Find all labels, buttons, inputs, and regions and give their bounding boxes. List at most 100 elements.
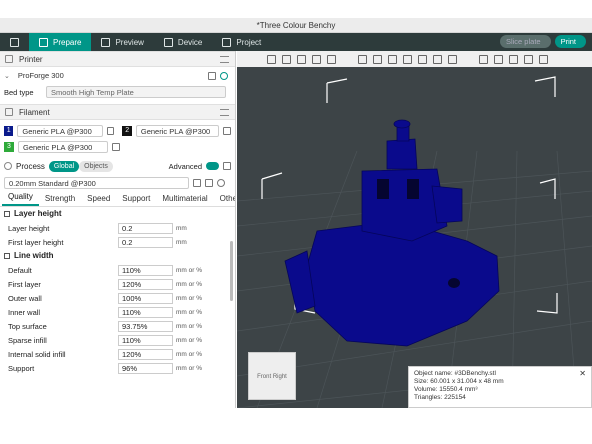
tab-preview[interactable]: Preview bbox=[91, 33, 153, 51]
setting-label: Sparse infill bbox=[8, 335, 47, 345]
settings-icon[interactable] bbox=[220, 109, 229, 116]
cube-front-label: Front bbox=[257, 374, 272, 380]
filament-select[interactable]: Generic PLA @P300 bbox=[18, 141, 108, 153]
bed-type-label: Bed type bbox=[4, 87, 34, 97]
global-toggle[interactable]: Global bbox=[48, 160, 80, 172]
filament-select[interactable]: Generic PLA @P300 bbox=[135, 125, 220, 137]
process-profile-select[interactable]: 0.20mm Standard @P300 bbox=[4, 176, 189, 189]
lay-on-face-icon[interactable] bbox=[403, 54, 412, 64]
object-info-panel: ✕ Object name: #3DBenchy.stl Size: 60.00… bbox=[408, 366, 592, 408]
filament-number: 1 bbox=[4, 126, 14, 136]
advanced-switch[interactable] bbox=[206, 162, 219, 170]
support-paint-icon[interactable] bbox=[479, 54, 488, 64]
view-icon[interactable] bbox=[539, 54, 548, 64]
unit-label: mm or % bbox=[176, 350, 202, 358]
tab-project[interactable]: Project bbox=[212, 33, 271, 51]
move-icon[interactable] bbox=[358, 54, 367, 64]
paint-icon[interactable] bbox=[433, 54, 442, 64]
rotate-icon[interactable] bbox=[373, 54, 382, 64]
top-tab-bar: Prepare Preview Device Project Slice pla… bbox=[0, 33, 592, 51]
tab-label: Project bbox=[236, 37, 262, 47]
setting-label: Layer height bbox=[8, 223, 50, 233]
layer-height-input[interactable]: 0.2 bbox=[118, 222, 173, 234]
group-icon bbox=[4, 211, 10, 217]
setting-input[interactable]: 110% bbox=[118, 264, 173, 276]
process-title: Process bbox=[16, 161, 45, 171]
setting-input[interactable]: 110% bbox=[118, 306, 173, 318]
setting-label: First layer height bbox=[8, 237, 64, 247]
object-name: Object name: #3DBenchy.stl bbox=[414, 370, 496, 377]
unit-label: mm or % bbox=[176, 364, 202, 372]
save-icon[interactable] bbox=[193, 178, 201, 187]
setting-input[interactable]: 120% bbox=[118, 348, 173, 360]
setting-label: Top surface bbox=[8, 321, 47, 331]
add-plate-icon[interactable] bbox=[267, 54, 276, 64]
group-icon bbox=[4, 253, 10, 259]
tab-support[interactable]: Support bbox=[116, 194, 156, 206]
preview-icon bbox=[101, 37, 111, 47]
unit-label: mm or % bbox=[176, 280, 202, 288]
unit-label: mm or % bbox=[176, 322, 202, 330]
close-icon[interactable]: ✕ bbox=[579, 370, 586, 378]
tab-label: Preview bbox=[115, 37, 144, 47]
home-button[interactable] bbox=[0, 33, 29, 51]
printer-icon bbox=[5, 55, 13, 63]
object-size: Size: 60.001 x 31.004 x 48 mm bbox=[414, 378, 504, 385]
unit-label: mm or % bbox=[176, 294, 202, 302]
tab-label: Prepare bbox=[53, 37, 82, 47]
edit-icon[interactable] bbox=[223, 127, 232, 135]
settings-scrollbar[interactable] bbox=[230, 241, 233, 301]
first-layer-height-input[interactable]: 0.2 bbox=[118, 236, 173, 248]
split-icon[interactable] bbox=[312, 54, 321, 64]
bed-type-select[interactable]: Smooth High Temp Plate bbox=[46, 86, 226, 98]
setting-label: Internal solid infill bbox=[8, 349, 66, 359]
search-icon[interactable] bbox=[217, 178, 225, 187]
tab-multimaterial[interactable]: Multimaterial bbox=[156, 194, 213, 206]
setting-input[interactable]: 93.75% bbox=[118, 320, 173, 332]
text-icon[interactable] bbox=[509, 54, 518, 64]
wifi-icon[interactable] bbox=[219, 71, 228, 80]
setting-input[interactable]: 96% bbox=[118, 362, 173, 374]
scale-icon[interactable] bbox=[388, 54, 397, 64]
setting-input[interactable]: 120% bbox=[118, 278, 173, 290]
setting-input[interactable]: 110% bbox=[118, 334, 173, 346]
advanced-label: Advanced bbox=[168, 161, 202, 171]
setting-row: Outer wall 100% mm or % bbox=[0, 291, 235, 305]
setting-label: Support bbox=[8, 363, 35, 373]
setting-row: Top surface 93.75% mm or % bbox=[0, 319, 235, 333]
slice-plate-button[interactable]: Slice plate bbox=[499, 35, 551, 48]
unit-label: mm or % bbox=[176, 308, 202, 316]
print-button[interactable]: Print bbox=[554, 35, 586, 48]
object-volume: Volume: 15550.4 mm³ bbox=[414, 386, 478, 393]
setting-label: Inner wall bbox=[8, 307, 41, 317]
seam-icon[interactable] bbox=[448, 54, 457, 64]
view-cube[interactable]: Front Right bbox=[248, 352, 296, 400]
assembly-icon[interactable] bbox=[524, 54, 533, 64]
orient-icon[interactable] bbox=[282, 54, 291, 64]
edit-icon[interactable] bbox=[112, 143, 120, 151]
printer-select[interactable]: ProForge 300 bbox=[13, 69, 204, 82]
edit-icon[interactable] bbox=[207, 71, 216, 80]
compare-icon[interactable] bbox=[205, 178, 213, 187]
filament-select[interactable]: Generic PLA @P300 bbox=[17, 125, 103, 137]
tab-quality[interactable]: Quality bbox=[2, 192, 39, 206]
objects-toggle[interactable]: Objects bbox=[79, 160, 113, 172]
tab-device[interactable]: Device bbox=[154, 33, 212, 51]
filament-section-header[interactable]: Filament bbox=[0, 104, 235, 120]
measure-icon[interactable] bbox=[494, 54, 503, 64]
arrange-icon[interactable] bbox=[297, 54, 306, 64]
settings-icon[interactable] bbox=[220, 56, 229, 63]
settings-icon[interactable] bbox=[223, 162, 231, 170]
edit-icon[interactable] bbox=[106, 127, 115, 135]
tab-prepare[interactable]: Prepare bbox=[29, 33, 92, 51]
home-icon bbox=[10, 37, 19, 47]
viewport-toolbar bbox=[237, 51, 592, 67]
variable-layer-icon[interactable] bbox=[327, 54, 336, 64]
tab-speed[interactable]: Speed bbox=[81, 194, 116, 206]
cut-icon[interactable] bbox=[418, 54, 427, 64]
tab-strength[interactable]: Strength bbox=[39, 194, 81, 206]
line-width-group: Line width bbox=[0, 249, 235, 263]
tab-others[interactable]: Others bbox=[214, 194, 235, 206]
setting-input[interactable]: 100% bbox=[118, 292, 173, 304]
printer-section-header[interactable]: Printer bbox=[0, 51, 235, 67]
